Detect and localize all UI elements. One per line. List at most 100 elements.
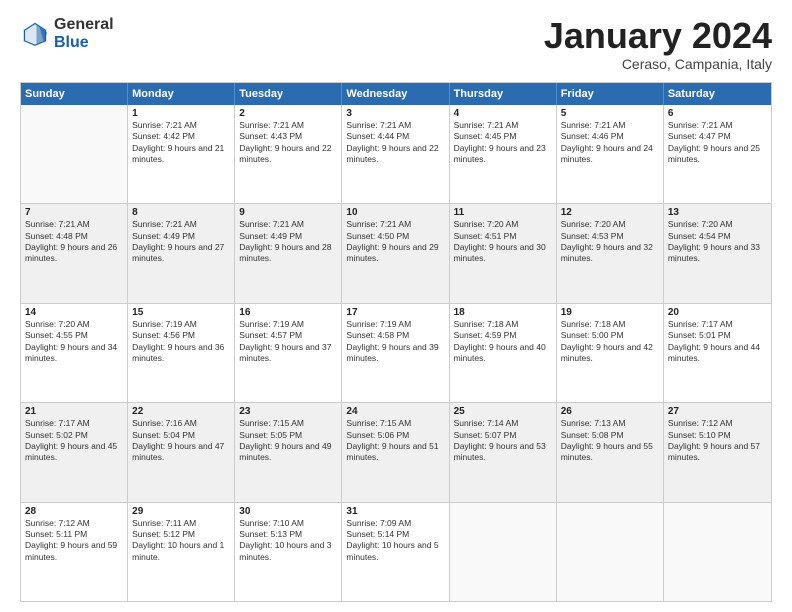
day-number: 19 (561, 307, 659, 318)
header-day-wednesday: Wednesday (342, 83, 449, 105)
cal-cell-r0-c1: 1Sunrise: 7:21 AM Sunset: 4:42 PM Daylig… (128, 105, 235, 203)
cal-cell-r4-c5 (557, 503, 664, 601)
day-number: 21 (25, 406, 123, 417)
day-number: 25 (454, 406, 552, 417)
cal-cell-r0-c0 (21, 105, 128, 203)
header-day-monday: Monday (128, 83, 235, 105)
page: General Blue January 2024 Ceraso, Campan… (0, 0, 792, 612)
cal-cell-r3-c2: 23Sunrise: 7:15 AM Sunset: 5:05 PM Dayli… (235, 403, 342, 501)
cal-cell-r1-c1: 8Sunrise: 7:21 AM Sunset: 4:49 PM Daylig… (128, 204, 235, 302)
logo-text: General Blue (54, 16, 114, 51)
day-number: 6 (668, 108, 767, 119)
cal-cell-r3-c0: 21Sunrise: 7:17 AM Sunset: 5:02 PM Dayli… (21, 403, 128, 501)
day-number: 7 (25, 207, 123, 218)
day-info: Sunrise: 7:21 AM Sunset: 4:43 PM Dayligh… (239, 120, 337, 166)
day-number: 5 (561, 108, 659, 119)
day-info: Sunrise: 7:19 AM Sunset: 4:57 PM Dayligh… (239, 319, 337, 365)
day-number: 31 (346, 506, 444, 517)
cal-cell-r4-c2: 30Sunrise: 7:10 AM Sunset: 5:13 PM Dayli… (235, 503, 342, 601)
day-info: Sunrise: 7:17 AM Sunset: 5:02 PM Dayligh… (25, 418, 123, 464)
calendar-row-1: 1Sunrise: 7:21 AM Sunset: 4:42 PM Daylig… (21, 105, 771, 203)
day-number: 3 (346, 108, 444, 119)
logo: General Blue (20, 16, 114, 51)
day-number: 28 (25, 506, 123, 517)
day-number: 16 (239, 307, 337, 318)
day-number: 29 (132, 506, 230, 517)
cal-cell-r1-c4: 11Sunrise: 7:20 AM Sunset: 4:51 PM Dayli… (450, 204, 557, 302)
day-number: 23 (239, 406, 337, 417)
calendar-row-2: 7Sunrise: 7:21 AM Sunset: 4:48 PM Daylig… (21, 203, 771, 302)
day-info: Sunrise: 7:21 AM Sunset: 4:49 PM Dayligh… (132, 219, 230, 265)
cal-cell-r1-c2: 9Sunrise: 7:21 AM Sunset: 4:49 PM Daylig… (235, 204, 342, 302)
day-number: 8 (132, 207, 230, 218)
cal-cell-r3-c6: 27Sunrise: 7:12 AM Sunset: 5:10 PM Dayli… (664, 403, 771, 501)
cal-cell-r4-c3: 31Sunrise: 7:09 AM Sunset: 5:14 PM Dayli… (342, 503, 449, 601)
day-info: Sunrise: 7:21 AM Sunset: 4:50 PM Dayligh… (346, 219, 444, 265)
day-info: Sunrise: 7:20 AM Sunset: 4:54 PM Dayligh… (668, 219, 767, 265)
day-info: Sunrise: 7:21 AM Sunset: 4:45 PM Dayligh… (454, 120, 552, 166)
day-number: 9 (239, 207, 337, 218)
day-number: 24 (346, 406, 444, 417)
cal-cell-r4-c6 (664, 503, 771, 601)
day-number: 1 (132, 108, 230, 119)
day-info: Sunrise: 7:20 AM Sunset: 4:55 PM Dayligh… (25, 319, 123, 365)
cal-cell-r2-c3: 17Sunrise: 7:19 AM Sunset: 4:58 PM Dayli… (342, 304, 449, 402)
header: General Blue January 2024 Ceraso, Campan… (20, 16, 772, 72)
cal-cell-r2-c2: 16Sunrise: 7:19 AM Sunset: 4:57 PM Dayli… (235, 304, 342, 402)
day-info: Sunrise: 7:17 AM Sunset: 5:01 PM Dayligh… (668, 319, 767, 365)
day-number: 13 (668, 207, 767, 218)
calendar-row-3: 14Sunrise: 7:20 AM Sunset: 4:55 PM Dayli… (21, 303, 771, 402)
title-block: January 2024 Ceraso, Campania, Italy (544, 16, 772, 72)
day-info: Sunrise: 7:21 AM Sunset: 4:48 PM Dayligh… (25, 219, 123, 265)
cal-cell-r3-c1: 22Sunrise: 7:16 AM Sunset: 5:04 PM Dayli… (128, 403, 235, 501)
cal-cell-r4-c0: 28Sunrise: 7:12 AM Sunset: 5:11 PM Dayli… (21, 503, 128, 601)
day-number: 17 (346, 307, 444, 318)
day-info: Sunrise: 7:15 AM Sunset: 5:06 PM Dayligh… (346, 418, 444, 464)
day-info: Sunrise: 7:21 AM Sunset: 4:44 PM Dayligh… (346, 120, 444, 166)
calendar-body: 1Sunrise: 7:21 AM Sunset: 4:42 PM Daylig… (21, 105, 771, 601)
calendar-row-5: 28Sunrise: 7:12 AM Sunset: 5:11 PM Dayli… (21, 502, 771, 601)
day-info: Sunrise: 7:14 AM Sunset: 5:07 PM Dayligh… (454, 418, 552, 464)
cal-cell-r1-c0: 7Sunrise: 7:21 AM Sunset: 4:48 PM Daylig… (21, 204, 128, 302)
cal-cell-r0-c3: 3Sunrise: 7:21 AM Sunset: 4:44 PM Daylig… (342, 105, 449, 203)
day-number: 22 (132, 406, 230, 417)
day-info: Sunrise: 7:16 AM Sunset: 5:04 PM Dayligh… (132, 418, 230, 464)
cal-cell-r1-c5: 12Sunrise: 7:20 AM Sunset: 4:53 PM Dayli… (557, 204, 664, 302)
day-info: Sunrise: 7:18 AM Sunset: 4:59 PM Dayligh… (454, 319, 552, 365)
day-info: Sunrise: 7:20 AM Sunset: 4:51 PM Dayligh… (454, 219, 552, 265)
day-number: 11 (454, 207, 552, 218)
calendar: SundayMondayTuesdayWednesdayThursdayFrid… (20, 82, 772, 602)
day-info: Sunrise: 7:19 AM Sunset: 4:58 PM Dayligh… (346, 319, 444, 365)
cal-cell-r3-c5: 26Sunrise: 7:13 AM Sunset: 5:08 PM Dayli… (557, 403, 664, 501)
day-number: 20 (668, 307, 767, 318)
header-day-friday: Friday (557, 83, 664, 105)
day-number: 18 (454, 307, 552, 318)
cal-cell-r0-c6: 6Sunrise: 7:21 AM Sunset: 4:47 PM Daylig… (664, 105, 771, 203)
cal-cell-r0-c5: 5Sunrise: 7:21 AM Sunset: 4:46 PM Daylig… (557, 105, 664, 203)
day-info: Sunrise: 7:21 AM Sunset: 4:47 PM Dayligh… (668, 120, 767, 166)
cal-cell-r2-c1: 15Sunrise: 7:19 AM Sunset: 4:56 PM Dayli… (128, 304, 235, 402)
day-info: Sunrise: 7:12 AM Sunset: 5:10 PM Dayligh… (668, 418, 767, 464)
cal-cell-r1-c6: 13Sunrise: 7:20 AM Sunset: 4:54 PM Dayli… (664, 204, 771, 302)
header-day-thursday: Thursday (450, 83, 557, 105)
cal-cell-r2-c5: 19Sunrise: 7:18 AM Sunset: 5:00 PM Dayli… (557, 304, 664, 402)
logo-blue: Blue (54, 34, 114, 52)
day-number: 4 (454, 108, 552, 119)
day-info: Sunrise: 7:21 AM Sunset: 4:46 PM Dayligh… (561, 120, 659, 166)
day-info: Sunrise: 7:13 AM Sunset: 5:08 PM Dayligh… (561, 418, 659, 464)
calendar-header: SundayMondayTuesdayWednesdayThursdayFrid… (21, 83, 771, 105)
day-info: Sunrise: 7:21 AM Sunset: 4:42 PM Dayligh… (132, 120, 230, 166)
day-info: Sunrise: 7:15 AM Sunset: 5:05 PM Dayligh… (239, 418, 337, 464)
day-info: Sunrise: 7:10 AM Sunset: 5:13 PM Dayligh… (239, 518, 337, 564)
day-info: Sunrise: 7:19 AM Sunset: 4:56 PM Dayligh… (132, 319, 230, 365)
cal-cell-r3-c4: 25Sunrise: 7:14 AM Sunset: 5:07 PM Dayli… (450, 403, 557, 501)
day-number: 30 (239, 506, 337, 517)
cal-cell-r4-c1: 29Sunrise: 7:11 AM Sunset: 5:12 PM Dayli… (128, 503, 235, 601)
day-info: Sunrise: 7:20 AM Sunset: 4:53 PM Dayligh… (561, 219, 659, 265)
day-info: Sunrise: 7:21 AM Sunset: 4:49 PM Dayligh… (239, 219, 337, 265)
day-number: 14 (25, 307, 123, 318)
day-info: Sunrise: 7:12 AM Sunset: 5:11 PM Dayligh… (25, 518, 123, 564)
header-day-saturday: Saturday (664, 83, 771, 105)
cal-cell-r0-c2: 2Sunrise: 7:21 AM Sunset: 4:43 PM Daylig… (235, 105, 342, 203)
calendar-row-4: 21Sunrise: 7:17 AM Sunset: 5:02 PM Dayli… (21, 402, 771, 501)
